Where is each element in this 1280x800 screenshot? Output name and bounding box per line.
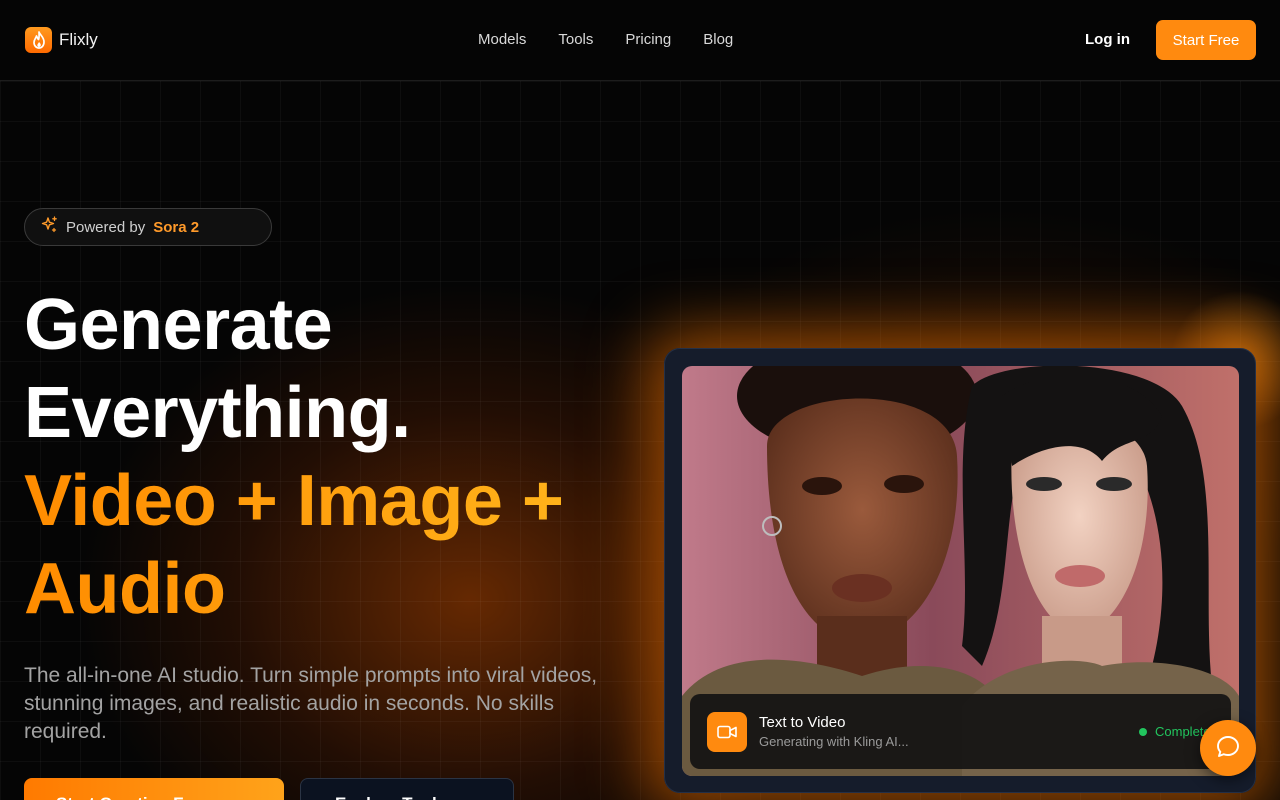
brand-name: Flixly	[59, 30, 98, 49]
badge-prefix: Powered by	[66, 218, 146, 236]
task-title: Text to Video	[759, 714, 846, 731]
status-dot	[1139, 727, 1147, 736]
start-creating-button[interactable]: Start Creating Free	[24, 778, 284, 800]
badge-model-name: Sora 2	[153, 218, 200, 236]
video-camera-icon	[707, 712, 747, 752]
explore-tools-button[interactable]: Explore Tools	[300, 778, 514, 800]
nav-link-pricing[interactable]: Pricing	[625, 31, 671, 48]
flame-icon	[25, 27, 52, 53]
headline-line-2: Everything.	[24, 373, 411, 453]
nav-link-blog[interactable]: Blog	[703, 31, 733, 48]
hero-headline: Generate Everything. Video + Image + Aud…	[24, 281, 564, 633]
brand-logo[interactable]: Flixly	[25, 27, 98, 53]
hero-subtitle: The all-in-one AI studio. Turn simple pr…	[24, 664, 598, 743]
main-nav: Models Tools Pricing Blog	[478, 31, 733, 48]
chat-support-button[interactable]	[1200, 720, 1256, 776]
showcase-card: Text to Video Generating with Kling AI..…	[664, 348, 1256, 793]
generation-status-bar: Text to Video Generating with Kling AI..…	[690, 694, 1231, 769]
start-free-button[interactable]: Start Free	[1156, 20, 1256, 60]
top-nav-bar: Flixly Models Tools Pricing Blog Log in …	[0, 0, 1280, 81]
powered-by-badge: Powered by Sora 2	[24, 208, 272, 246]
nav-link-tools[interactable]: Tools	[558, 31, 593, 48]
task-subtitle: Generating with Kling AI...	[759, 734, 909, 749]
chat-bubble-icon	[1215, 734, 1241, 763]
nav-link-models[interactable]: Models	[478, 31, 526, 48]
headline-line-4: Audio	[24, 545, 563, 633]
login-link[interactable]: Log in	[1085, 31, 1130, 48]
sparkles-icon	[41, 216, 58, 238]
headline-line-1: Generate	[24, 285, 333, 365]
headline-line-3: Video + Image +	[24, 457, 564, 545]
